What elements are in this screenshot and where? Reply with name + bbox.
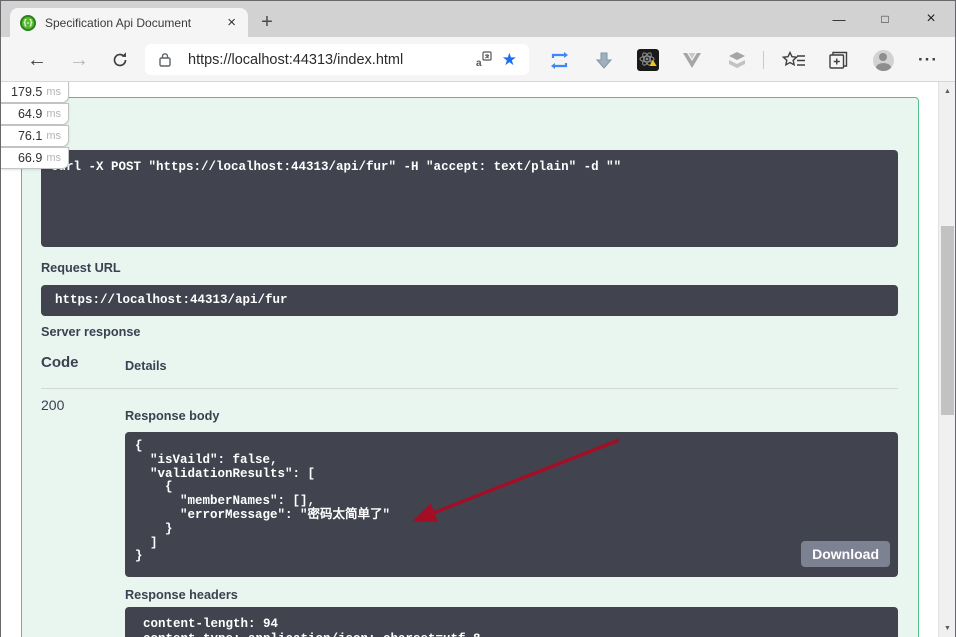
extension-loop-icon[interactable]: [547, 48, 571, 72]
timing-value: 76.1: [18, 129, 42, 143]
curl-command-text: curl -X POST "https://localhost:44313/ap…: [41, 150, 898, 175]
new-tab-button[interactable]: +: [253, 8, 281, 36]
vertical-scrollbar[interactable]: ▲ ▼: [938, 82, 955, 637]
response-body-json: { "isVaild": false, "validationResults":…: [125, 432, 898, 564]
ellipsis-icon: ···: [918, 50, 938, 70]
scroll-down-icon[interactable]: ▼: [939, 620, 955, 636]
svg-text:a: a: [476, 58, 482, 68]
window-controls: — □ ×: [816, 1, 954, 37]
timing-box: 66.9 ms: [1, 147, 69, 169]
close-button[interactable]: ×: [908, 1, 954, 37]
settings-menu-button[interactable]: ···: [916, 48, 940, 72]
timing-unit: ms: [46, 130, 61, 142]
reload-button[interactable]: [106, 46, 134, 74]
tab-close-icon[interactable]: ×: [223, 14, 240, 31]
toolbar-separator: [763, 51, 764, 69]
page-content: curl -X POST "https://localhost:44313/ap…: [1, 82, 955, 637]
forward-button[interactable]: →: [65, 46, 93, 74]
request-url-text: https://localhost:44313/api/fur: [41, 285, 898, 308]
swagger-favicon-icon: {-}: [20, 15, 36, 31]
scrollbar-thumb[interactable]: [941, 226, 954, 415]
server-response-label: Server response: [41, 325, 140, 339]
code-column-header: Code: [41, 354, 79, 371]
back-button[interactable]: ←: [23, 46, 51, 74]
title-bar: {-} Specification Api Document × + — □ ×: [1, 1, 955, 37]
extension-layers-icon[interactable]: [725, 48, 749, 72]
status-code: 200: [41, 397, 64, 413]
timing-unit: ms: [46, 152, 61, 164]
response-headers-label: Response headers: [125, 588, 238, 602]
profile-avatar[interactable]: [871, 48, 895, 72]
download-button[interactable]: Download: [801, 541, 890, 567]
minimize-button[interactable]: —: [816, 1, 862, 37]
timing-value: 64.9: [18, 107, 42, 121]
timing-box: 64.9 ms: [1, 103, 69, 125]
favorites-bar-button[interactable]: [782, 48, 806, 72]
extension-react-devtools-icon[interactable]: [636, 48, 660, 72]
browser-window: {-} Specification Api Document × + — □ ×…: [0, 0, 956, 637]
timing-box: 179.5 ms: [1, 82, 69, 103]
translate-icon[interactable]: a: [475, 51, 492, 68]
response-headers-block: content-length: 94 content-type: applica…: [125, 607, 898, 637]
curl-command-block: curl -X POST "https://localhost:44313/ap…: [41, 150, 898, 247]
scroll-up-icon[interactable]: ▲: [939, 83, 955, 99]
avatar-icon: [873, 50, 894, 71]
collections-button[interactable]: [826, 48, 850, 72]
lock-icon: [159, 52, 171, 67]
request-url-block: https://localhost:44313/api/fur: [41, 285, 898, 316]
extension-download-arrow-icon[interactable]: [592, 48, 616, 72]
timing-value: 179.5: [11, 85, 42, 99]
browser-tab[interactable]: {-} Specification Api Document ×: [10, 8, 248, 37]
request-url-label: Request URL: [41, 261, 121, 275]
response-body-block: { "isVaild": false, "validationResults":…: [125, 432, 898, 577]
timing-box: 76.1 ms: [1, 125, 69, 147]
table-separator: [41, 388, 898, 389]
details-column-header: Details: [125, 359, 167, 373]
favorite-star-icon[interactable]: ★: [502, 50, 517, 70]
timing-unit: ms: [46, 86, 61, 98]
url-input[interactable]: https://localhost:44313/index.html: [188, 52, 475, 68]
response-headers-text: content-length: 94 content-type: applica…: [125, 607, 898, 637]
response-body-label: Response body: [125, 409, 219, 423]
browser-toolbar: ← → https://localhost:44313/index.html a: [1, 37, 955, 82]
timing-value: 66.9: [18, 151, 42, 165]
address-bar[interactable]: https://localhost:44313/index.html a ★: [145, 44, 529, 75]
maximize-button[interactable]: □: [862, 1, 908, 37]
timing-unit: ms: [46, 108, 61, 120]
extension-vue-devtools-icon[interactable]: [680, 48, 704, 72]
tab-title: Specification Api Document: [45, 16, 223, 30]
reload-icon: [111, 51, 129, 69]
